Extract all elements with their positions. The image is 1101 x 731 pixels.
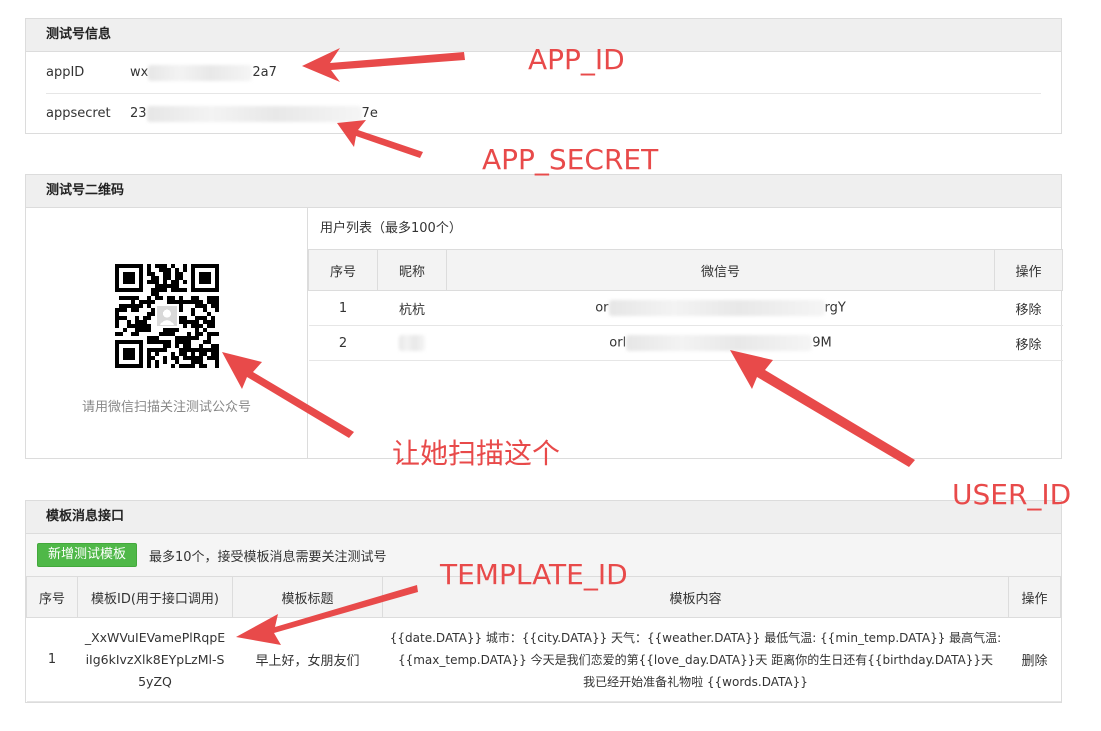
arrow-app-id-icon bbox=[302, 48, 465, 82]
annotation-app-id: APP_ID bbox=[528, 43, 625, 76]
arrow-scan-icon bbox=[222, 352, 354, 438]
annotation-app-secret: APP_SECRET bbox=[482, 143, 659, 176]
arrow-app-secret-icon bbox=[337, 120, 423, 158]
annotation-scan: 让她扫描这个 bbox=[392, 437, 561, 470]
arrow-user-id-icon bbox=[730, 350, 915, 467]
annotation-arrows bbox=[222, 48, 915, 645]
arrow-template-id-icon bbox=[236, 585, 418, 645]
annotation-template-id: TEMPLATE_ID bbox=[440, 558, 628, 591]
annotation-user-id: USER_ID bbox=[952, 478, 1072, 511]
